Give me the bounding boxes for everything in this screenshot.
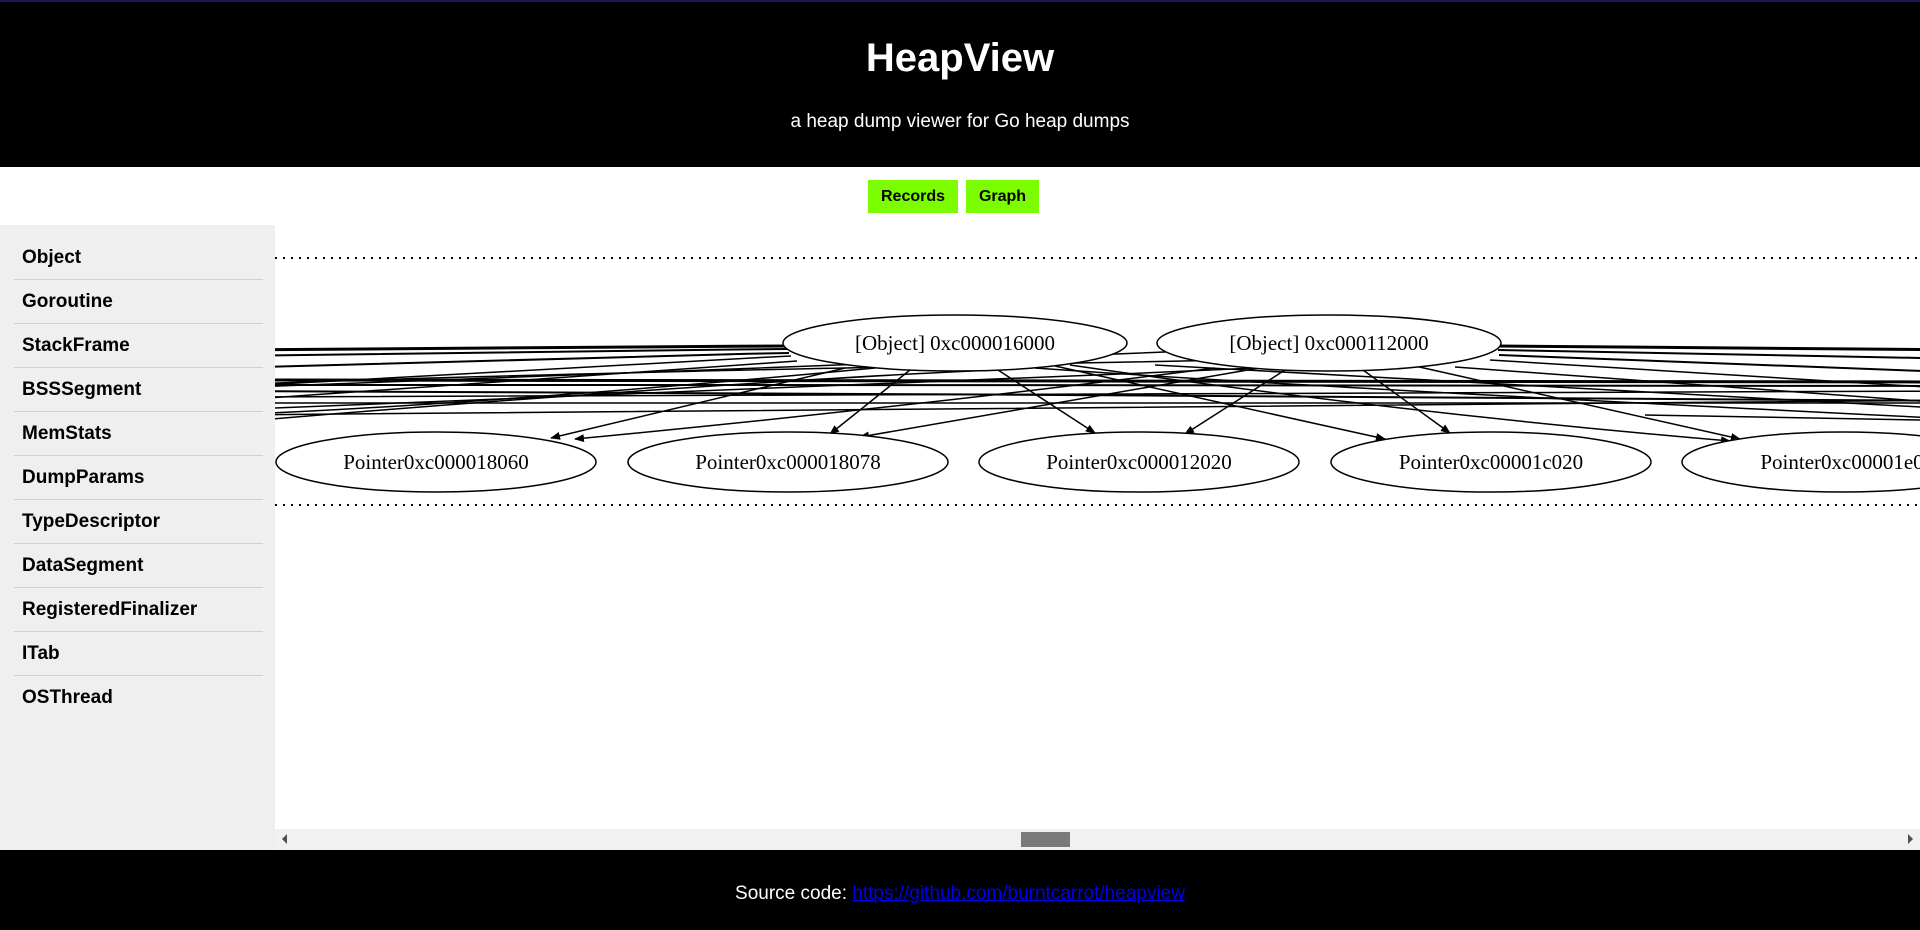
node-label: [Object] 0xc000016000 [855,331,1055,355]
object-node[interactable]: [Object] 0xc000112000 [1156,314,1502,372]
records-button[interactable]: Records [868,180,958,213]
sidebar-item-label: BSSSegment [22,379,142,400]
sidebar-item-datasegment[interactable]: DataSegment [14,545,263,588]
sidebar-item-object[interactable]: Object [14,237,263,280]
source-code-link[interactable]: https://github.com/burntcarrot/heapview [852,883,1185,904]
view-nav: Records Graph [0,167,1920,225]
pointer-node[interactable]: Pointer0xc00001e0 [1681,431,1920,493]
sidebar-item-label: OSThread [22,687,113,708]
pointer-node[interactable]: Pointer0xc000018060 [275,431,597,493]
node-label: [Object] 0xc000112000 [1229,331,1428,355]
sidebar-item-typedescriptor[interactable]: TypeDescriptor [14,501,263,544]
sidebar-item-label: StackFrame [22,335,130,356]
graph-edge [1184,369,1286,435]
sidebar-item-label: DataSegment [22,555,144,576]
sidebar-item-bsssegment[interactable]: BSSSegment [14,369,263,412]
sidebar-item-goroutine[interactable]: Goroutine [14,281,263,324]
record-type-sidebar: Object Goroutine StackFrame BSSSegment M… [0,225,275,850]
footer-text: Source code: https://github.com/burntcar… [0,883,1920,905]
footer-prefix: Source code: [735,883,853,904]
pointer-node[interactable]: Pointer0xc00001c020 [1330,431,1652,493]
sidebar-item-label: RegisteredFinalizer [22,599,198,620]
graph-edge [859,366,1266,440]
node-label: Pointer0xc000012020 [1046,450,1231,474]
node-label: Pointer0xc00001c020 [1399,450,1583,474]
graph-edge [275,384,1920,387]
sidebar-item-dumpparams[interactable]: DumpParams [14,457,263,500]
sidebar-item-memstats[interactable]: MemStats [14,413,263,456]
page-subtitle: a heap dump viewer for Go heap dumps [790,111,1130,132]
scroll-left-icon[interactable] [282,834,287,844]
header: HeapView a heap dump viewer for Go heap … [0,0,1920,167]
sidebar-item-itab[interactable]: ITab [14,633,263,676]
page-title: HeapView [865,36,1055,80]
pointer-node[interactable]: Pointer0xc000018078 [627,431,949,493]
footer: Source code: https://github.com/burntcar… [0,850,1920,930]
heap-graph-viewport[interactable]: [Object] 0xc000016000 [Object] 0xc0001120… [275,225,1920,829]
graph-button[interactable]: Graph [966,180,1039,213]
graph-edge [997,369,1096,434]
header-top-border [0,0,1920,2]
node-label: Pointer0xc000018078 [695,450,880,474]
sidebar-item-registeredfinalizer[interactable]: RegisteredFinalizer [14,589,263,632]
horizontal-scrollbar[interactable] [275,829,1920,850]
pointer-node[interactable]: Pointer0xc000012020 [978,431,1300,493]
scrollbar-thumb[interactable] [1021,832,1070,847]
node-label: Pointer0xc000018060 [343,450,528,474]
sidebar-item-label: Object [22,247,82,268]
graph-edge [275,378,1920,384]
node-label: Pointer0xc00001e0 [1760,450,1920,474]
heap-graph: [Object] 0xc000016000 [Object] 0xc0001120… [275,257,1920,506]
sidebar-item-label: Goroutine [22,291,113,312]
sidebar-item-label: ITab [22,643,60,664]
sidebar-item-osthread[interactable]: OSThread [14,677,263,720]
sidebar-item-label: DumpParams [22,467,145,488]
graph-edge [1496,344,1920,351]
scroll-right-icon[interactable] [1908,834,1913,844]
sidebar-item-label: TypeDescriptor [22,511,160,532]
sidebar-item-label: MemStats [22,423,112,444]
sidebar-item-stackframe[interactable]: StackFrame [14,325,263,368]
object-node[interactable]: [Object] 0xc000016000 [782,314,1128,372]
